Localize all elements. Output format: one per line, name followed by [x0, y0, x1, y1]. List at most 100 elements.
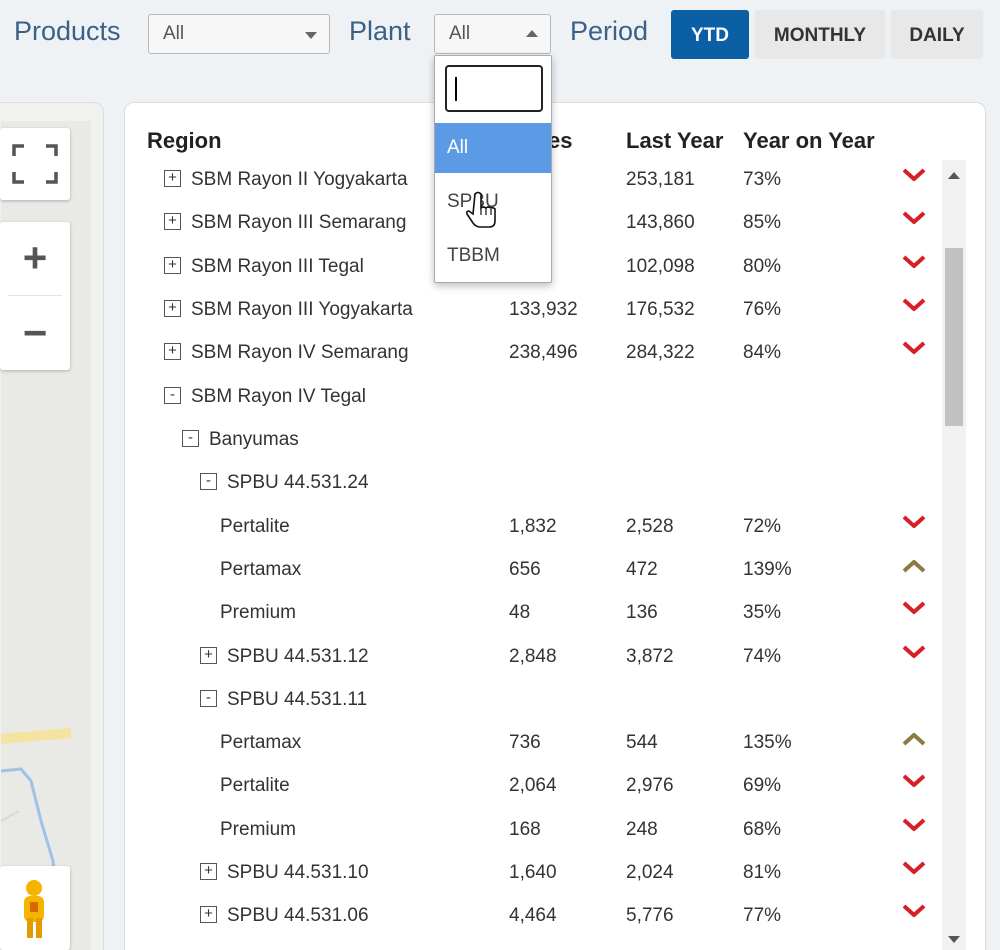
collapse-icon[interactable]: - — [182, 430, 199, 447]
period-daily-button[interactable]: DAILY — [891, 10, 983, 59]
last-year-value: 136 — [626, 602, 658, 623]
table-row: Pertamax 656 472 139% — [140, 550, 940, 590]
table-row: + SPBU 44.531.12 2,848 3,872 74% — [140, 637, 940, 677]
scroll-up-icon[interactable] — [948, 172, 960, 179]
trend-down-icon — [902, 861, 926, 874]
yoy-value: 139% — [743, 559, 792, 580]
row-name: SPBU 44.531.10 — [227, 862, 369, 883]
expand-icon[interactable]: + — [164, 343, 181, 360]
row-name: SPBU 44.531.12 — [227, 646, 369, 667]
collapse-icon[interactable]: - — [200, 473, 217, 490]
table-row: + SPBU 44.531.06 4,464 5,776 77% — [140, 896, 940, 936]
plant-option-tbbm[interactable]: TBBM — [435, 231, 551, 281]
yoy-value: 81% — [743, 862, 782, 883]
table-row: Pertamax 736 544 135% — [140, 723, 940, 763]
products-label: Products — [14, 16, 121, 46]
yoy-value: 69% — [743, 775, 782, 796]
this-year-value: 168 — [509, 819, 541, 840]
row-name: SPBU 44.531.06 — [227, 905, 369, 926]
yoy-value: 35% — [743, 602, 782, 623]
plant-select-value: All — [449, 23, 471, 44]
row-name: SPBU 44.531.11 — [227, 689, 368, 710]
scroll-thumb[interactable] — [945, 248, 963, 426]
this-year-value: 48 — [509, 602, 531, 623]
table-row: Premium 168 248 68% — [140, 810, 940, 850]
expand-icon[interactable]: + — [164, 300, 181, 317]
fullscreen-button[interactable] — [0, 128, 70, 200]
expand-icon[interactable]: + — [200, 647, 217, 664]
last-year-value: 143,860 — [626, 212, 695, 233]
trend-down-icon — [902, 601, 926, 614]
street-view-button[interactable] — [0, 866, 70, 950]
yoy-column-header: Year on Year — [743, 128, 875, 153]
expand-icon[interactable]: + — [164, 257, 181, 274]
row-name: SBM Rayon IV Semarang — [191, 342, 409, 363]
trend-down-icon — [902, 298, 926, 311]
trend-down-icon — [902, 774, 926, 787]
plant-dropdown: All SPBU TBBM — [434, 55, 552, 283]
row-name: SBM Rayon III Tegal — [191, 256, 364, 277]
row-name: SBM Rayon III Yogyakarta — [191, 299, 413, 320]
collapse-icon[interactable]: - — [164, 387, 181, 404]
zoom-control: + − — [0, 222, 70, 370]
yoy-value: 84% — [743, 342, 782, 363]
yoy-value: 72% — [743, 516, 782, 537]
this-year-value: 1,832 — [509, 516, 557, 537]
expand-icon[interactable]: + — [164, 213, 181, 230]
this-year-value: 4,464 — [509, 905, 557, 926]
row-name: SBM Rayon III Semarang — [191, 212, 407, 233]
last-year-value: 3,872 — [626, 646, 674, 667]
this-year-value: 656 — [509, 559, 541, 580]
trend-down-icon — [902, 515, 926, 528]
row-name: SPBU 44.531.24 — [227, 472, 369, 493]
row-name: Pertalite — [220, 775, 290, 796]
products-select[interactable]: All — [148, 14, 330, 54]
plant-dropdown-search-input[interactable] — [445, 65, 543, 112]
trend-down-icon — [902, 211, 926, 224]
trend-down-icon — [902, 341, 926, 354]
last-year-value: 472 — [626, 559, 658, 580]
last-year-value: 2,024 — [626, 862, 674, 883]
last-year-value: 248 — [626, 819, 658, 840]
plant-option-all[interactable]: All — [435, 123, 551, 173]
yoy-value: 74% — [743, 646, 782, 667]
row-name: SBM Rayon IV Tegal — [191, 386, 366, 407]
yoy-value: 73% — [743, 169, 782, 190]
table-scrollbar[interactable] — [942, 160, 966, 950]
row-name: Pertamax — [220, 559, 302, 580]
trend-down-icon — [902, 818, 926, 831]
scroll-down-icon[interactable] — [948, 936, 960, 943]
last-year-value: 284,322 — [626, 342, 695, 363]
table-row: Pertalite 2,064 2,976 69% — [140, 766, 940, 806]
collapse-icon[interactable]: - — [200, 690, 217, 707]
row-name: Pertalite — [220, 516, 290, 537]
trend-down-icon — [902, 168, 926, 181]
expand-icon[interactable]: + — [200, 863, 217, 880]
this-year-value: 133,932 — [509, 299, 578, 320]
period-label: Period — [570, 16, 649, 46]
chevron-down-icon — [305, 32, 317, 39]
table-row: - Banyumas — [140, 420, 940, 460]
products-select-value: All — [163, 23, 185, 44]
period-monthly-button[interactable]: MONTHLY — [755, 10, 885, 59]
zoom-out-button[interactable]: − — [0, 297, 70, 369]
period-ytd-button[interactable]: YTD — [671, 10, 749, 59]
yoy-value: 135% — [743, 732, 792, 753]
last-year-value: 102,098 — [626, 256, 695, 277]
trend-down-icon — [902, 645, 926, 658]
yoy-value: 68% — [743, 819, 782, 840]
table-row: Premium 48 136 35% — [140, 593, 940, 633]
zoom-in-button[interactable]: + — [0, 222, 70, 294]
row-name: Banyumas — [209, 429, 299, 450]
expand-icon[interactable]: + — [200, 906, 217, 923]
table-row: Pertalite 1,832 2,528 72% — [140, 507, 940, 547]
last-year-column-header: Last Year — [626, 128, 724, 153]
plant-select[interactable]: All — [434, 14, 551, 54]
expand-icon[interactable]: + — [164, 170, 181, 187]
row-name: Pertamax — [220, 732, 302, 753]
pegman-icon — [24, 880, 44, 938]
table-row: + SPBU 44.531.10 1,640 2,024 81% — [140, 853, 940, 893]
row-name: Premium — [220, 602, 297, 623]
table-row: + SBM Rayon III Yogyakarta 133,932 176,532 7… — [140, 290, 940, 330]
region-column-header: Region — [147, 128, 222, 153]
